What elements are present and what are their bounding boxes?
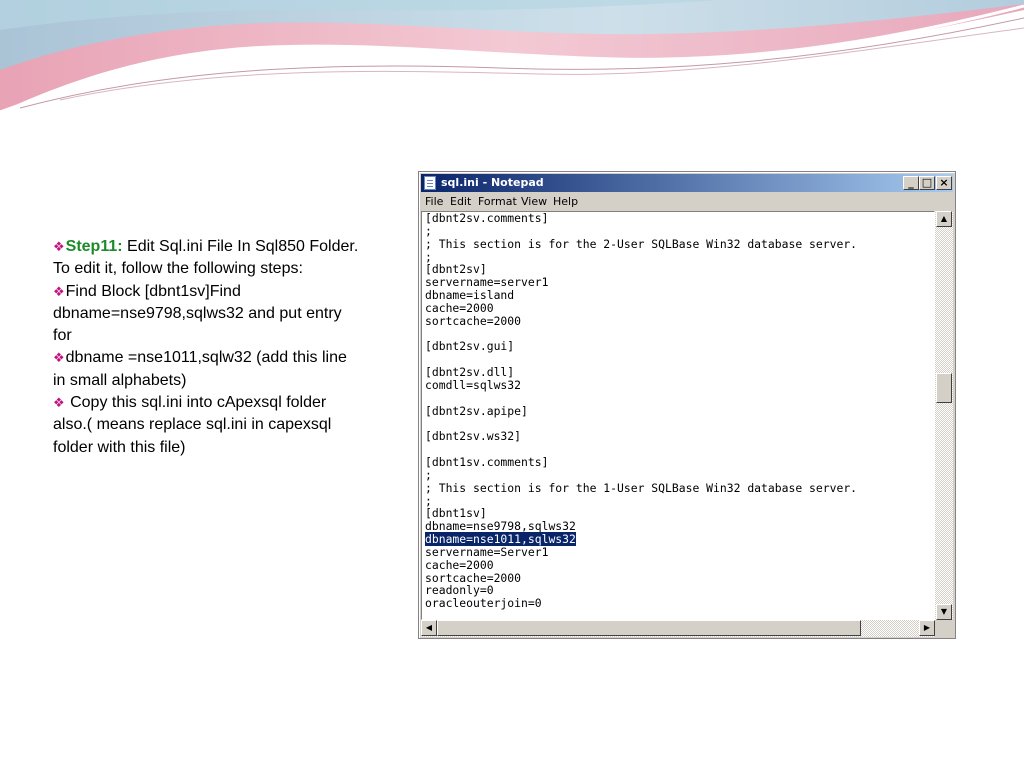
text-line: ; (425, 494, 857, 508)
bullet-dbname: ❖dbname =nse1011,sqlw32 (add this line i… (53, 347, 363, 392)
text-line: sortcache=2000 (425, 313, 857, 328)
scroll-right-button[interactable]: ▶ (919, 620, 935, 636)
text-line-content: [dbnt2sv.comments] (425, 211, 549, 225)
text-line-content: sortcache=2000 (425, 313, 522, 328)
diamond-bullet-icon: ❖ (53, 395, 65, 411)
text-line: oracleouterjoin=0 (425, 597, 857, 610)
bullet-text: dbname =nse1011,sqlw32 (add this line in… (53, 349, 347, 389)
menu-edit[interactable]: Edit (450, 195, 471, 208)
text-line: [dbnt2sv.gui] (425, 340, 857, 353)
header-wave-decoration (0, 0, 1024, 114)
bullet-text: Copy this sql.ini into cApexsql folder a… (53, 394, 332, 456)
file-content: [dbnt2sv.comments];; This section is for… (425, 212, 857, 610)
text-line: ; (425, 250, 857, 264)
bullet-step11: ❖Step11: Edit Sql.ini File In Sql850 Fol… (53, 236, 363, 281)
text-line-content: comdll=sqlws32 (425, 377, 522, 392)
text-line-content: oracleouterjoin=0 (425, 596, 542, 611)
diamond-bullet-icon: ❖ (53, 350, 65, 366)
text-line-content: [dbnt1sv.comments] (425, 455, 549, 470)
text-line-content: [dbnt2sv.gui] (425, 339, 515, 354)
scroll-down-button[interactable]: ▼ (936, 604, 952, 620)
bullet-text: Find Block [dbnt1sv]Find dbname=nse9798,… (53, 282, 342, 345)
text-line-content: [dbnt2sv.apipe] (425, 403, 528, 418)
notepad-titlebar[interactable]: sql.ini - Notepad _ □ × (421, 174, 953, 192)
diamond-bullet-icon: ❖ (53, 283, 65, 299)
text-editor-area[interactable]: [dbnt2sv.comments];; This section is for… (421, 211, 935, 620)
text-line-content: [dbnt2sv.ws32] (425, 429, 522, 444)
minimize-button[interactable]: _ (903, 176, 919, 190)
scroll-up-button[interactable]: ▲ (936, 211, 952, 227)
menu-file[interactable]: File (425, 195, 443, 208)
horizontal-scroll-thumb[interactable] (437, 620, 861, 636)
resize-grip[interactable] (935, 620, 953, 637)
menu-format[interactable]: Format (478, 195, 517, 208)
horizontal-scrollbar[interactable]: ◀ ▶ (421, 620, 935, 637)
text-line: [dbnt2sv.apipe] (425, 403, 857, 418)
text-line: ; This section is for the 1-User SQLBase… (425, 480, 858, 495)
menu-bar: File Edit Format View Help (421, 193, 953, 211)
text-line: comdll=sqlws32 (425, 379, 857, 392)
menu-view[interactable]: View (521, 195, 547, 208)
step-label: Step11: (65, 238, 123, 255)
window-title: sql.ini - Notepad (441, 176, 544, 189)
notepad-window: sql.ini - Notepad _ □ × File Edit Format… (418, 171, 956, 639)
text-line-content: ; This section is for the 1-User SQLBase… (425, 480, 858, 495)
vertical-scrollbar[interactable]: ▲ ▼ (935, 211, 953, 620)
menu-help[interactable]: Help (553, 195, 578, 208)
instruction-bullets: ❖Step11: Edit Sql.ini File In Sql850 Fol… (53, 236, 363, 459)
close-button[interactable]: × (936, 176, 952, 190)
text-line: [dbnt2sv.comments] (425, 212, 857, 225)
notepad-app-icon[interactable] (424, 176, 436, 190)
text-line: ; This section is for the 2-User SQLBase… (425, 236, 858, 251)
text-line: [dbnt1sv.comments] (425, 456, 857, 469)
vertical-scroll-thumb[interactable] (936, 372, 952, 403)
bullet-copy: ❖ Copy this sql.ini into cApexsql folder… (53, 392, 363, 459)
diamond-bullet-icon: ❖ (53, 239, 65, 254)
scroll-left-button[interactable]: ◀ (421, 620, 437, 636)
bullet-find-block: ❖Find Block [dbnt1sv]Find dbname=nse9798… (53, 281, 363, 348)
slide: ❖Step11: Edit Sql.ini File In Sql850 Fol… (0, 0, 1024, 768)
text-line-content: ; This section is for the 2-User SQLBase… (425, 236, 858, 251)
maximize-button[interactable]: □ (919, 176, 935, 190)
text-line: [dbnt2sv.ws32] (425, 430, 857, 443)
